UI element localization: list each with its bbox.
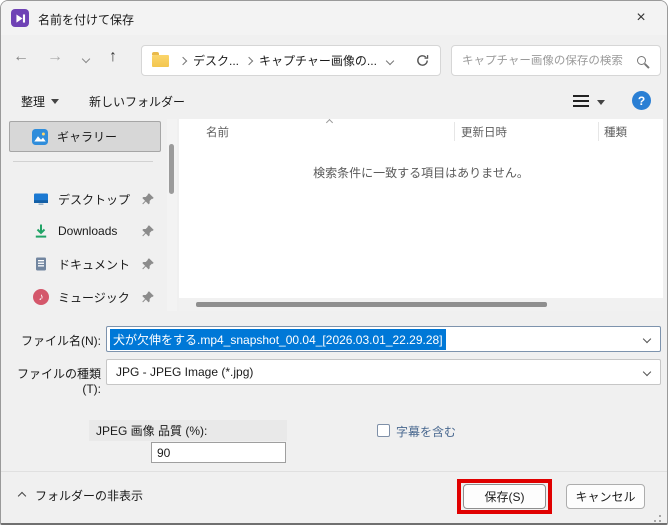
column-header-type[interactable]: 種類	[604, 124, 627, 140]
filename-combobox[interactable]: 犬が欠伸をする.mp4_snapshot_00.04_[2026.03.01_2…	[106, 326, 661, 352]
address-dropdown-chevron-icon[interactable]	[386, 56, 394, 64]
breadcrumb-capture-folder[interactable]: キャプチャー画像の...	[255, 52, 381, 69]
breadcrumb-chevron-icon	[245, 56, 253, 64]
column-header-name[interactable]: 名前	[206, 124, 229, 140]
document-icon	[33, 256, 49, 272]
skip-next-icon	[14, 12, 27, 25]
gallery-icon	[32, 129, 48, 145]
new-folder-button[interactable]: 新しいフォルダー	[89, 93, 185, 110]
back-button[interactable]: ←	[13, 49, 29, 65]
address-bar[interactable]: デスク... キャプチャー画像の...	[141, 45, 441, 76]
view-options-icon[interactable]	[573, 95, 589, 107]
sidebar-item-label: ミュージック	[58, 289, 130, 306]
sidebar-item-gallery[interactable]: ギャラリー	[9, 121, 161, 152]
title-bar: 名前を付けて保存 ×	[1, 1, 667, 35]
view-options-chevron-icon[interactable]	[597, 100, 605, 105]
jpeg-quality-label: JPEG 画像 品質 (%):	[89, 420, 287, 441]
resize-grip[interactable]	[659, 515, 661, 517]
sidebar-item-music[interactable]: ♪ ミュージック	[1, 285, 167, 309]
footer-divider	[1, 471, 667, 472]
subtitles-label[interactable]: 字幕を含む	[396, 423, 456, 440]
filetype-dropdown-chevron-icon[interactable]	[643, 368, 651, 376]
music-icon: ♪	[33, 289, 49, 305]
sidebar-scrollbar[interactable]	[167, 119, 177, 311]
breadcrumb-desktop[interactable]: デスク...	[189, 52, 243, 69]
subtitles-checkbox[interactable]	[377, 424, 390, 437]
organize-chevron-icon	[51, 99, 59, 104]
new-folder-label: 新しいフォルダー	[89, 93, 185, 110]
horizontal-scrollbar-thumb[interactable]	[196, 302, 547, 307]
sidebar-item-label: Downloads	[58, 224, 117, 238]
downloads-icon	[33, 223, 49, 239]
up-button[interactable]: ↑	[109, 49, 117, 65]
app-icon	[11, 9, 29, 27]
search-icon[interactable]	[637, 56, 646, 65]
save-as-dialog: 名前を付けて保存 × ← → ↑ デスク... キャプチャー画像の... 整理 …	[0, 0, 668, 525]
sidebar-item-label: ドキュメント	[58, 256, 130, 273]
hide-folders-chevron-icon[interactable]	[18, 492, 26, 500]
organize-button[interactable]: 整理	[21, 93, 59, 110]
organize-label: 整理	[21, 93, 45, 110]
forward-button[interactable]: →	[47, 49, 63, 65]
refresh-icon[interactable]	[415, 53, 430, 68]
filename-dropdown-chevron-icon[interactable]	[643, 335, 651, 343]
sidebar-item-label: デスクトップ	[58, 191, 130, 208]
help-button[interactable]: ?	[632, 91, 651, 110]
filename-label: ファイル名(N):	[1, 332, 101, 349]
pin-icon	[141, 290, 155, 304]
column-header-modified[interactable]: 更新日時	[461, 124, 507, 140]
sort-ascending-icon	[326, 119, 333, 126]
breadcrumb-chevron-icon	[179, 56, 187, 64]
filename-value[interactable]: 犬が欠伸をする.mp4_snapshot_00.04_[2026.03.01_2…	[110, 329, 446, 350]
search-input[interactable]	[452, 55, 637, 67]
sidebar-item-downloads[interactable]: Downloads	[1, 219, 167, 243]
sidebar-item-documents[interactable]: ドキュメント	[1, 252, 167, 276]
search-box	[451, 45, 661, 76]
column-divider[interactable]	[598, 122, 599, 141]
close-icon[interactable]: ×	[625, 7, 657, 29]
save-button[interactable]: 保存(S)	[463, 484, 546, 509]
filetype-label: ファイルの種類(T):	[1, 365, 101, 396]
empty-folder-message: 検索条件に一致する項目はありません。	[179, 164, 663, 181]
filetype-combobox[interactable]: JPG - JPEG Image (*.jpg)	[106, 359, 661, 385]
folder-icon	[152, 55, 169, 67]
sidebar-item-label: ギャラリー	[57, 128, 117, 145]
desktop-icon	[33, 191, 49, 207]
column-divider[interactable]	[454, 122, 455, 141]
sidebar-item-desktop[interactable]: デスクトップ	[1, 187, 167, 211]
cancel-button[interactable]: キャンセル	[566, 484, 645, 509]
hide-folders-button[interactable]: フォルダーの非表示	[35, 487, 143, 504]
filetype-value: JPG - JPEG Image (*.jpg)	[116, 365, 253, 379]
pin-icon	[141, 192, 155, 206]
sidebar-divider	[13, 161, 153, 162]
horizontal-scrollbar[interactable]	[179, 298, 663, 311]
jpeg-quality-input[interactable]	[151, 442, 286, 463]
window-title: 名前を付けて保存	[38, 11, 134, 28]
pin-icon	[141, 224, 155, 238]
recent-locations-chevron-icon[interactable]	[82, 55, 90, 63]
pin-icon	[141, 257, 155, 271]
sidebar-scrollbar-thumb[interactable]	[169, 144, 174, 194]
navigation-pane: ギャラリー デスクトップ Downloads	[1, 119, 167, 311]
file-list: 名前 更新日時 種類 検索条件に一致する項目はありません。	[179, 119, 663, 311]
